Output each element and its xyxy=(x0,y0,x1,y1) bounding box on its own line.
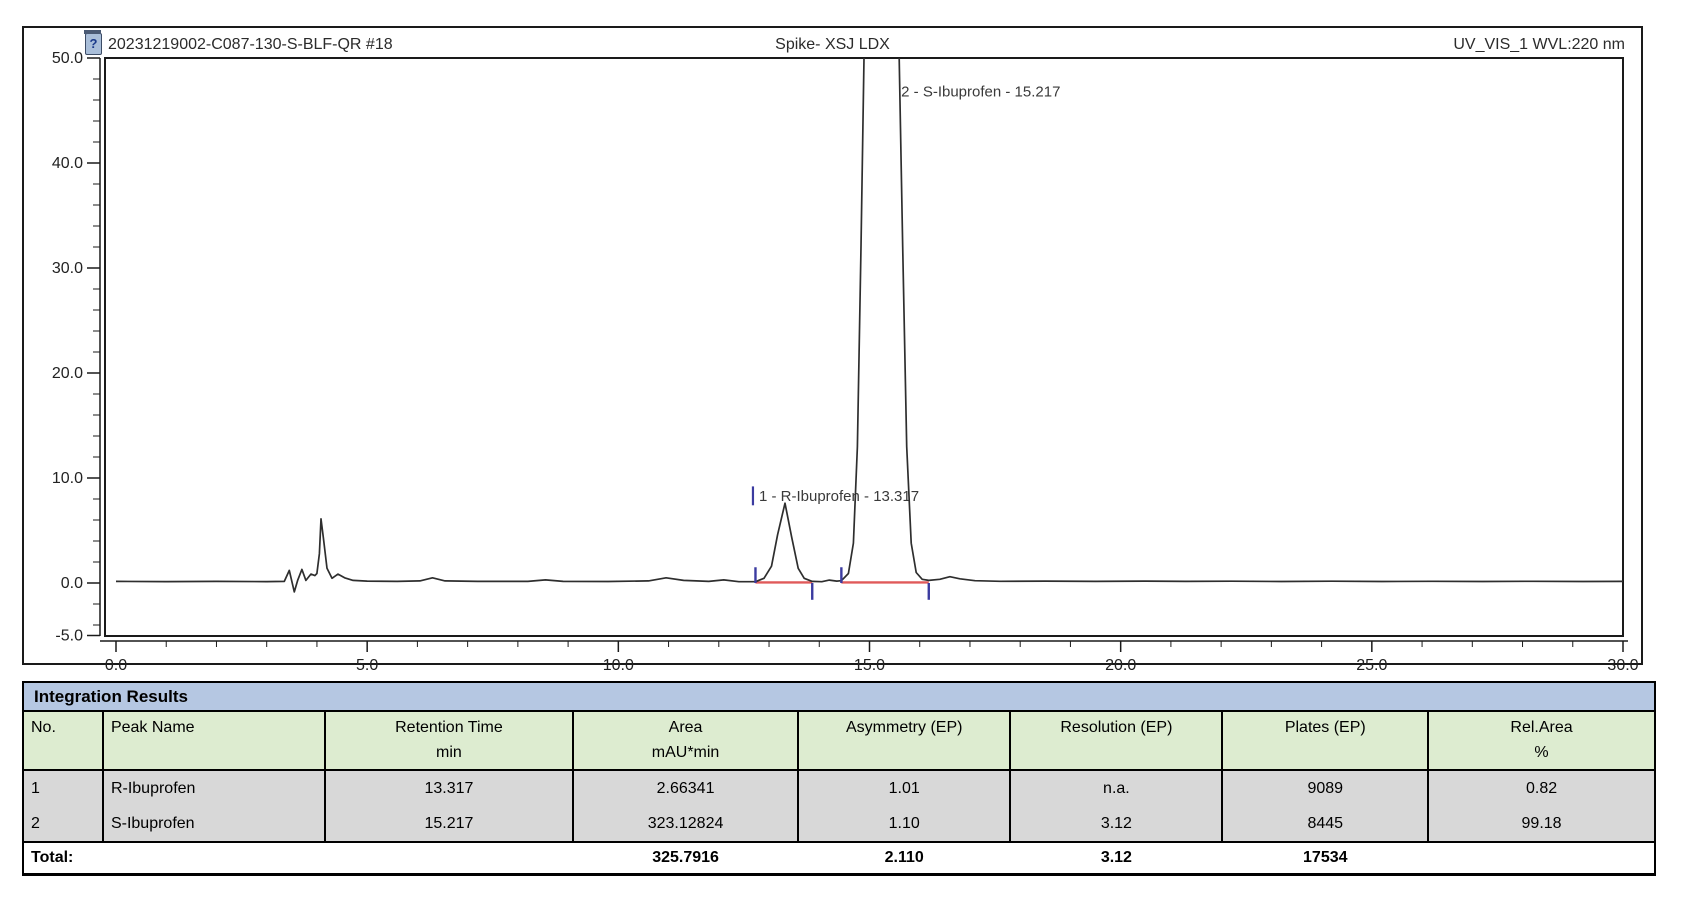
y-axis-tick-label: 50.0 xyxy=(52,50,83,67)
y-axis-tick-label: -5.0 xyxy=(55,628,83,645)
x-axis-tick-label: 20.0 xyxy=(1105,657,1136,674)
peak-annotation-1: 1 - R-Ibuprofen - 13.317 xyxy=(759,488,919,505)
column-header-resolution: Resolution (EP) xyxy=(1010,711,1222,770)
total-cell: 2.110 xyxy=(798,842,1010,875)
total-cell: Total: xyxy=(23,842,573,875)
result-cell: 3.12 xyxy=(1010,806,1222,842)
column-header-no: No. xyxy=(23,711,103,770)
y-axis-tick-label: 40.0 xyxy=(52,155,83,172)
result-cell: 1.01 xyxy=(798,770,1010,806)
column-header-peak-name: Peak Name xyxy=(103,711,325,770)
result-cell: 1 xyxy=(23,770,103,806)
result-cell: n.a. xyxy=(1010,770,1222,806)
x-axis-tick-label: 25.0 xyxy=(1356,657,1387,674)
table-header-row: No.Peak NameRetention TimeminAreamAU*min… xyxy=(23,711,1655,770)
result-cell: S-Ibuprofen xyxy=(103,806,325,842)
integration-results-title: Integration Results xyxy=(22,681,1656,710)
integration-results-table: No.Peak NameRetention TimeminAreamAU*min… xyxy=(22,710,1656,876)
peak-annotation-2: 2 - S-Ibuprofen - 15.217 xyxy=(901,84,1060,101)
result-cell: 13.317 xyxy=(325,770,573,806)
y-axis-tick-label: 30.0 xyxy=(52,260,83,277)
x-axis-tick-label: 15.0 xyxy=(854,657,885,674)
plot-frame xyxy=(105,58,1623,636)
integration-results-panel: Integration Results No.Peak NameRetentio… xyxy=(22,681,1656,876)
y-axis-tick-label: 10.0 xyxy=(52,470,83,487)
total-cell: 325.7916 xyxy=(573,842,798,875)
chromatogram-report-page: ? 20231219002-C087-130-S-BLF-QR #18 Spik… xyxy=(0,0,1689,919)
result-cell: 1.10 xyxy=(798,806,1010,842)
x-axis-tick-label: 30.0 xyxy=(1607,657,1638,674)
result-cell: 8445 xyxy=(1222,806,1428,842)
chromatogram-trace xyxy=(116,27,1623,592)
chromatogram-plot: 50.040.030.020.010.00.0-5.00.05.010.015.… xyxy=(24,28,1641,661)
result-cell: 15.217 xyxy=(325,806,573,842)
result-cell: R-Ibuprofen xyxy=(103,770,325,806)
column-header-rel-area: Rel.Area% xyxy=(1428,711,1655,770)
x-axis-tick-label: 10.0 xyxy=(603,657,634,674)
column-header-retention-time: Retention Timemin xyxy=(325,711,573,770)
y-axis-tick-label: 20.0 xyxy=(52,365,83,382)
total-cell xyxy=(1428,842,1655,875)
y-axis-tick-label: 0.0 xyxy=(61,575,83,592)
result-cell: 0.82 xyxy=(1428,770,1655,806)
result-cell: 323.12824 xyxy=(573,806,798,842)
result-cell: 99.18 xyxy=(1428,806,1655,842)
result-cell: 2 xyxy=(23,806,103,842)
result-cell: 2.66341 xyxy=(573,770,798,806)
peak-result-row: 2S-Ibuprofen15.217323.128241.103.1284459… xyxy=(23,806,1655,842)
column-header-plates: Plates (EP) xyxy=(1222,711,1428,770)
column-header-asymmetry: Asymmetry (EP) xyxy=(798,711,1010,770)
result-cell: 9089 xyxy=(1222,770,1428,806)
total-row: Total:325.79162.1103.1217534 xyxy=(23,842,1655,875)
total-cell: 3.12 xyxy=(1010,842,1222,875)
column-header-area: AreamAU*min xyxy=(573,711,798,770)
chromatogram-panel: ? 20231219002-C087-130-S-BLF-QR #18 Spik… xyxy=(22,26,1643,665)
peak-result-row: 1R-Ibuprofen13.3172.663411.01n.a.90890.8… xyxy=(23,770,1655,806)
total-cell: 17534 xyxy=(1222,842,1428,875)
x-axis-tick-label: 5.0 xyxy=(356,657,378,674)
x-axis-tick-label: 0.0 xyxy=(105,657,127,674)
